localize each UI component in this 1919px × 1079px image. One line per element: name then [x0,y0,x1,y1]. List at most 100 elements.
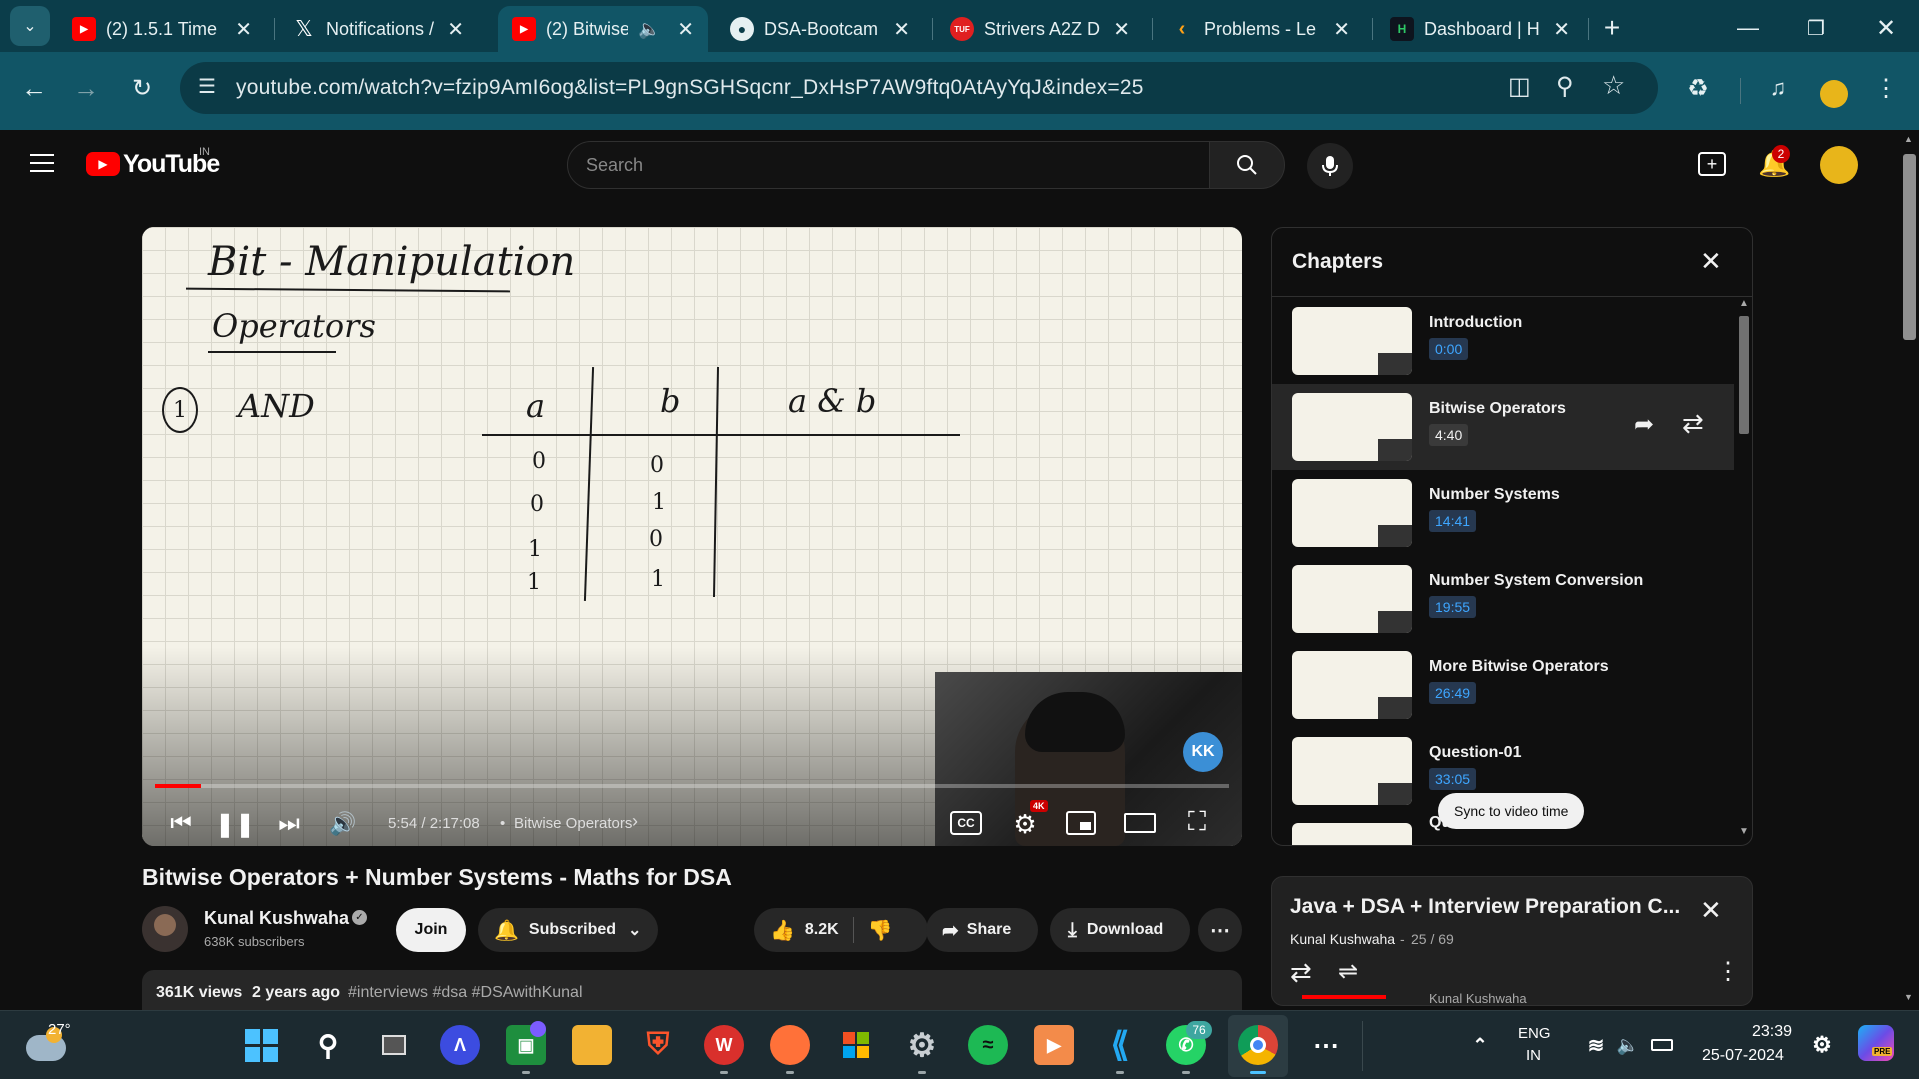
tab-3-active[interactable]: ▶ (2) Bitwise 🔈 ✕ [498,6,708,52]
page-scrollbar-thumb[interactable] [1903,154,1916,340]
reload-icon[interactable]: ↻ [122,68,162,108]
site-info-icon[interactable]: ☰ [198,74,216,99]
page-scrollbar[interactable]: ▲ ▼ [1900,130,1919,1010]
chevron-up-icon[interactable]: ⌃ [1460,1025,1500,1065]
scroll-down-icon[interactable]: ▼ [1904,992,1913,1002]
chapter-timestamp[interactable]: 14:41 [1429,510,1477,532]
description-box[interactable]: 361K views 2 years ago #interviews #dsa … [142,970,1242,1010]
youtube-logo-icon[interactable]: ▶ [86,152,120,176]
language-secondary[interactable]: IN [1526,1047,1541,1064]
tab-5[interactable]: TUF Strivers A2Z D ✕ [936,6,1144,52]
microsoft-store-icon[interactable] [836,1025,876,1065]
channel-avatar[interactable] [142,906,188,952]
chapter-timestamp[interactable]: 0:00 [1429,338,1469,360]
chapter-timestamp[interactable]: 26:49 [1429,682,1477,704]
like-count[interactable]: 8.2K [805,921,839,939]
more-vert-icon[interactable]: ⋮ [1716,957,1740,986]
create-video-icon[interactable]: + [1698,152,1726,176]
close-icon[interactable]: ✕ [1700,246,1722,277]
current-chapter-label[interactable]: Bitwise Operators [514,815,632,832]
windows-start-icon[interactable] [241,1025,281,1065]
close-icon[interactable]: ✕ [893,17,910,42]
loop-icon[interactable]: ⇄ [1682,408,1704,439]
more-apps-icon[interactable]: ⋯ [1306,1025,1346,1065]
video-hashtags[interactable]: #interviews #dsa #DSAwithKunal [348,984,583,1002]
zoom-icon[interactable]: ⚲ [1556,72,1574,101]
pause-icon[interactable]: ❚❚ [215,807,255,841]
chapter-item-active[interactable]: Bitwise Operators 4:40 ➦ ⇄ [1272,384,1734,470]
chapter-item[interactable]: More Bitwise Operators 26:49 [1272,642,1734,728]
search-input[interactable]: Search [567,141,1210,189]
playlist-owner[interactable]: Kunal Kushwaha [1290,931,1395,947]
shuffle-icon[interactable]: ⇌ [1338,957,1358,986]
tab-6[interactable]: ‹ Problems - Le ✕ [1156,6,1364,52]
account-avatar[interactable] [1820,146,1858,184]
previous-icon[interactable]: ⏮ [164,807,198,841]
settings-gear-icon[interactable]: ⚙ [1008,807,1042,841]
tab-search-chevron-icon[interactable]: ⌄ [10,6,50,46]
chapter-timestamp[interactable]: 4:40 [1429,424,1469,446]
bookmark-star-icon[interactable]: ☆ [1602,70,1625,101]
battery-icon[interactable] [1642,1025,1682,1065]
profile-avatar[interactable] [1820,80,1848,108]
chapter-timestamp[interactable]: 33:05 [1429,768,1477,790]
clock-date[interactable]: 25-07-2024 [1702,1047,1784,1065]
hamburger-menu-icon[interactable] [30,154,54,172]
join-button[interactable]: Join [396,908,466,952]
audio-playing-icon[interactable]: 🔈 [638,19,660,40]
settings-gear-icon[interactable]: ⚙ [902,1025,942,1065]
chapter-item[interactable]: Number System Conversion 19:55 [1272,556,1734,642]
chrome-menu-icon[interactable]: ⋮ [1866,68,1906,108]
share-button[interactable]: ➦ Share [926,908,1038,952]
media-control-icon[interactable]: ♫ [1758,68,1798,108]
restore-icon[interactable]: ❐ [1796,8,1836,48]
scroll-down-icon[interactable]: ▼ [1739,826,1749,837]
like-icon[interactable]: 👍 [770,918,795,943]
fullscreen-icon[interactable]: ⛶ [1182,806,1212,837]
progress-track[interactable] [155,784,1229,788]
scroll-up-icon[interactable]: ▲ [1904,134,1913,144]
close-icon[interactable]: ✕ [1700,895,1722,926]
extensions-icon[interactable]: ♻ [1678,68,1718,108]
captions-icon[interactable]: CC [950,811,982,835]
chrome-taskbar-active[interactable] [1228,1015,1288,1077]
notification-center-icon[interactable]: ⚙ [1802,1025,1842,1065]
voice-search-button[interactable] [1307,143,1353,189]
scrollbar-thumb[interactable] [1739,316,1749,434]
theater-mode-icon[interactable] [1124,813,1156,833]
more-actions-button[interactable]: ⋯ [1198,908,1242,952]
scroll-up-icon[interactable]: ▲ [1739,298,1749,309]
close-icon[interactable]: ✕ [235,17,252,42]
next-icon[interactable]: ⏭ [272,807,306,841]
minimize-icon[interactable]: — [1728,8,1768,48]
install-app-icon[interactable]: ◫ [1508,72,1531,101]
volume-icon[interactable]: 🔊 [326,807,360,841]
tab-4[interactable]: ● DSA-Bootcam ✕ [716,6,924,52]
chapter-item[interactable]: Introduction 0:00 [1272,298,1734,384]
app-orange-icon[interactable]: ▶ [1034,1025,1074,1065]
clock-time[interactable]: 23:39 [1752,1023,1792,1041]
share-icon[interactable]: ➦ [1634,410,1654,439]
copilot-icon[interactable]: PRE [1858,1025,1894,1061]
playlist-title[interactable]: Java + DSA + Interview Preparation C... [1290,895,1680,919]
tab-1[interactable]: ▶ (2) 1.5.1 Time ✕ [58,6,266,52]
search-icon[interactable]: ⚲ [308,1025,348,1065]
channel-name[interactable]: Kunal Kushwaha [204,908,349,929]
back-arrow-icon[interactable]: ← [14,68,54,108]
close-icon[interactable]: ✕ [677,17,694,42]
wps-office-icon[interactable]: W [704,1025,744,1065]
close-icon[interactable]: ✕ [1333,17,1350,42]
miniplayer-icon[interactable] [1066,811,1096,835]
url-text[interactable]: youtube.com/watch?v=fzip9AmI6og&list=PL9… [236,76,1144,100]
app-a-icon[interactable]: Λ [440,1025,480,1065]
search-button[interactable] [1209,141,1285,189]
close-icon[interactable]: ✕ [447,17,464,42]
window-close-icon[interactable]: ✕ [1866,8,1906,48]
subscribed-button[interactable]: 🔔 Subscribed ⌄ [478,908,658,952]
tab-2[interactable]: 𝕏 Notifications / ✕ [278,6,478,52]
spotify-icon[interactable]: ≈ [968,1025,1008,1065]
new-tab-plus-icon[interactable]: + [1592,8,1632,48]
language-primary[interactable]: ENG [1518,1025,1551,1042]
chapter-item[interactable]: Number Systems 14:41 [1272,470,1734,556]
chapters-scrollbar[interactable]: ▲ ▼ [1736,298,1752,840]
